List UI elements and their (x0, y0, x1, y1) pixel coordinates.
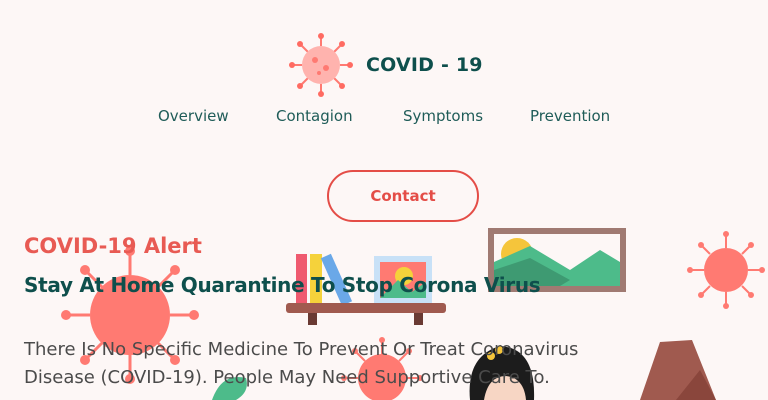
nav-item-prevention[interactable]: Prevention (530, 107, 610, 125)
nav-item-overview[interactable]: Overview (158, 107, 229, 125)
nav-item-symptoms[interactable]: Symptoms (403, 107, 483, 125)
virus-icon (687, 231, 765, 309)
hero-description: There Is No Specific Medicine To Prevent… (24, 339, 579, 388)
nav-item-contagion[interactable]: Contagion (276, 107, 353, 125)
vase-illustration (640, 340, 716, 400)
brand-name[interactable]: COVID - 19 (366, 54, 483, 76)
contact-button[interactable]: Contact (327, 170, 479, 222)
page-headline: Stay At Home Quarantine To Stop Corona V… (24, 273, 541, 297)
alert-title: COVID-19 Alert (24, 234, 202, 258)
virus-icon[interactable] (288, 32, 354, 98)
